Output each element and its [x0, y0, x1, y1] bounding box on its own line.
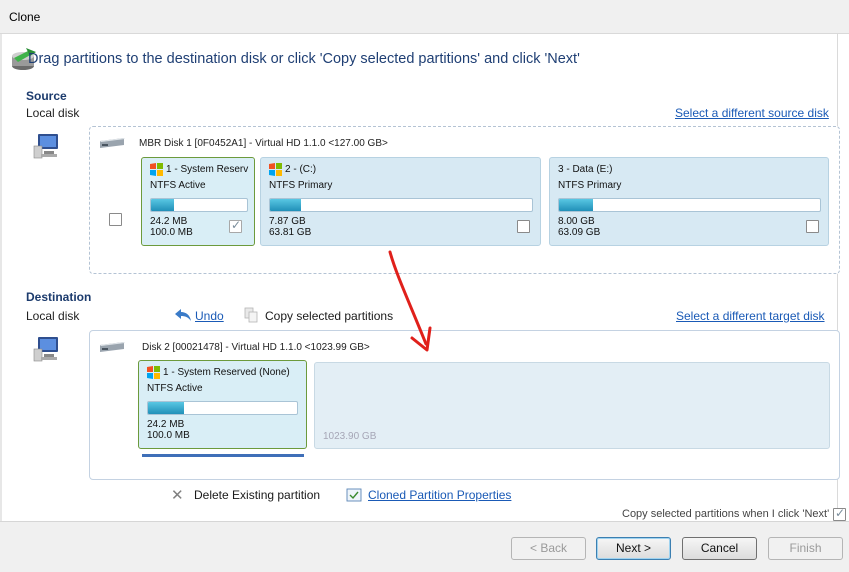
partition-label: 1 - System Reserv — [166, 164, 249, 175]
windows-logo-icon — [269, 163, 282, 176]
usage-fill — [559, 199, 593, 211]
total-size: 63.09 GB — [558, 227, 601, 238]
partition-label: 3 - Data (E:) — [558, 164, 613, 175]
source-disk-header: MBR Disk 1 [0F0452A1] - Virtual HD 1.1.0… — [139, 138, 388, 149]
source-title: Source — [26, 89, 67, 103]
window-title: Clone — [9, 10, 41, 24]
select-target-disk-link[interactable]: Select a different target disk — [676, 309, 825, 323]
clone-wizard-content: Drag partitions to the destination disk … — [0, 34, 846, 521]
used-size: 7.87 GB — [269, 216, 306, 227]
destination-disk-header: Disk 2 [00021478] - Virtual HD 1.1.0 <10… — [142, 342, 370, 353]
partition-label: 1 - System Reserved (None) — [163, 367, 290, 378]
partition-type: NTFS Active — [147, 383, 203, 394]
computer-icon — [33, 134, 58, 159]
total-size: 100.0 MB — [150, 227, 193, 238]
used-size: 8.00 GB — [558, 216, 595, 227]
partition-1-checkbox[interactable] — [229, 218, 242, 233]
source-partition-3[interactable]: 3 - Data (E:) NTFS Primary 8.00 GB 63.09… — [549, 157, 829, 246]
source-partition-1[interactable]: 1 - System Reserv NTFS Active 24.2 MB 10… — [141, 157, 255, 246]
partition-size: 8.00 GB 63.09 GB — [558, 216, 600, 238]
finish-button[interactable]: Finish — [768, 537, 843, 560]
back-button[interactable]: < Back — [511, 537, 586, 560]
usage-bar — [269, 198, 533, 212]
usage-bar — [147, 401, 298, 415]
hard-disk-icon — [100, 138, 125, 148]
destination-title: Destination — [26, 290, 92, 304]
copy-selected-partitions-button[interactable]: Copy selected partitions — [265, 309, 393, 323]
selection-underline — [142, 454, 304, 457]
copy-on-next-checkbox[interactable] — [833, 506, 846, 521]
partition-type: NTFS Primary — [558, 180, 622, 191]
partition-size: 24.2 MB 100.0 MB — [150, 216, 193, 238]
drag-arrow-icon — [388, 250, 432, 352]
used-size: 24.2 MB — [147, 419, 185, 430]
partition-2-checkbox[interactable] — [517, 220, 530, 233]
windows-logo-icon — [147, 366, 160, 379]
destination-disk-panel: Disk 2 [00021478] - Virtual HD 1.1.0 <10… — [89, 330, 840, 480]
cloned-partition-properties-link[interactable]: Cloned Partition Properties — [368, 488, 511, 502]
select-all-source-checkbox[interactable] — [109, 213, 122, 226]
usage-bar — [150, 198, 248, 212]
title-bar: Clone — [0, 0, 849, 34]
undo-icon[interactable] — [174, 308, 192, 322]
cancel-button[interactable]: Cancel — [682, 537, 757, 560]
source-subtitle: Local disk — [26, 106, 80, 120]
usage-fill — [148, 402, 184, 414]
partition-label: 2 - (C:) — [285, 164, 317, 175]
next-button[interactable]: Next > — [596, 537, 671, 560]
source-disk-panel: MBR Disk 1 [0F0452A1] - Virtual HD 1.1.0… — [89, 126, 840, 274]
instruction-heading: Drag partitions to the destination disk … — [28, 51, 580, 67]
partition-type: NTFS Primary — [269, 180, 333, 191]
select-source-disk-link[interactable]: Select a different source disk — [675, 106, 829, 120]
partition-size: 24.2 MB 100.0 MB — [147, 419, 190, 441]
usage-bar — [558, 198, 821, 212]
destination-partition-1[interactable]: 1 - System Reserved (None) NTFS Active 2… — [138, 360, 307, 449]
total-size: 100.0 MB — [147, 430, 190, 441]
partition-type: NTFS Active — [150, 180, 206, 191]
partition-size: 7.87 GB 63.81 GB — [269, 216, 311, 238]
delete-icon[interactable]: ✕ — [171, 486, 184, 504]
windows-logo-icon — [150, 163, 163, 176]
copy-icon — [244, 307, 258, 323]
partition-3-checkbox[interactable] — [806, 220, 819, 233]
unallocated-space[interactable]: 1023.90 GB — [314, 362, 830, 449]
copy-on-next-label: Copy selected partitions when I click 'N… — [622, 508, 830, 520]
used-size: 24.2 MB — [150, 216, 188, 227]
properties-icon — [346, 488, 362, 502]
usage-fill — [151, 199, 175, 211]
free-space-size: 1023.90 GB — [323, 431, 377, 442]
delete-existing-partition-button[interactable]: Delete Existing partition — [194, 488, 320, 502]
total-size: 63.81 GB — [269, 227, 312, 238]
computer-icon — [33, 337, 58, 362]
undo-button[interactable]: Undo — [195, 309, 224, 323]
source-partition-2[interactable]: 2 - (C:) NTFS Primary 7.87 GB 63.81 GB — [260, 157, 541, 246]
usage-fill — [270, 199, 302, 211]
wizard-footer: < Back Next > Cancel Finish — [0, 521, 849, 572]
hard-disk-icon — [100, 342, 125, 352]
destination-subtitle: Local disk — [26, 309, 80, 323]
